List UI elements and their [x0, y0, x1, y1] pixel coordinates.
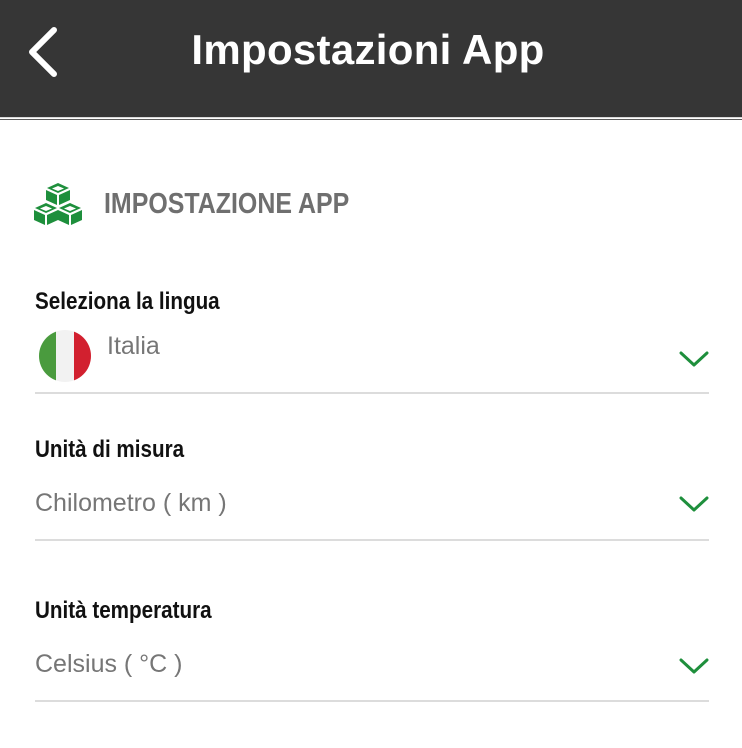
- app-header: Impostazioni App: [0, 0, 742, 118]
- section-header: IMPOSTAZIONE APP: [34, 180, 389, 228]
- field-divider: [35, 700, 709, 702]
- chevron-down-icon[interactable]: [679, 495, 709, 513]
- italy-flag-icon: [39, 330, 91, 382]
- section-title: IMPOSTAZIONE APP: [104, 187, 350, 220]
- units-label: Unità di misura: [35, 436, 185, 463]
- temperature-label: Unità temperatura: [35, 597, 212, 624]
- header-divider: [0, 119, 742, 120]
- temperature-select[interactable]: Unità temperatura Celsius ( °C ): [35, 597, 709, 705]
- field-divider: [35, 392, 709, 394]
- chevron-down-icon[interactable]: [679, 350, 709, 368]
- page-title: Impostazioni App: [191, 26, 545, 73]
- language-value: Italia: [107, 332, 160, 360]
- language-label: Seleziona la lingua: [35, 288, 220, 315]
- units-select[interactable]: Unità di misura Chilometro ( km ): [35, 436, 709, 544]
- temperature-value: Celsius ( °C ): [35, 650, 183, 678]
- units-value: Chilometro ( km ): [35, 489, 227, 517]
- field-divider: [35, 539, 709, 541]
- cubes-icon: [34, 183, 82, 225]
- language-select[interactable]: Seleziona la lingua Italia: [35, 288, 709, 396]
- chevron-down-icon[interactable]: [679, 657, 709, 675]
